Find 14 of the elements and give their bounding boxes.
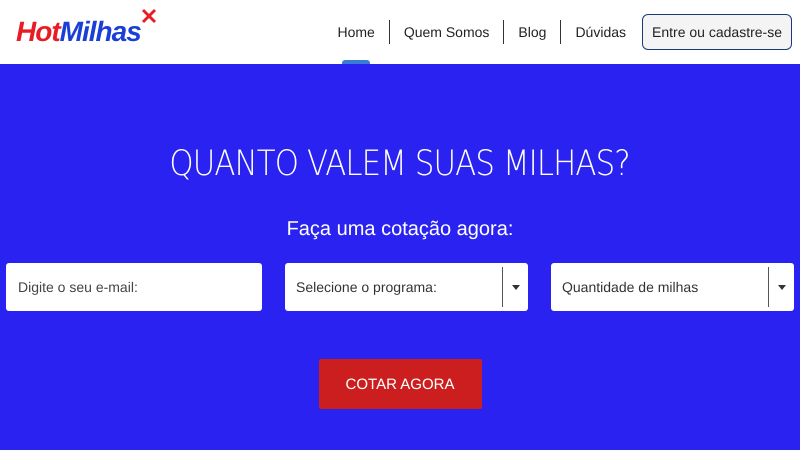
- caret-icon: [512, 284, 520, 290]
- hero-title: QUANTO VALEM SUAS MILHAS?: [170, 144, 630, 184]
- email-field[interactable]: Digite o seu e-mail:: [6, 263, 262, 311]
- login-button[interactable]: Entre ou cadastre-se: [642, 14, 792, 50]
- caret-icon: [778, 284, 786, 290]
- nav-link[interactable]: Quem Somos: [388, 20, 504, 44]
- quote-button[interactable]: COTAR AGORA: [318, 359, 482, 409]
- nav-link[interactable]: Home: [323, 20, 389, 44]
- dropdown[interactable]: Selecione o programa:: [285, 263, 528, 311]
- nav-link[interactable]: Dúvidas: [560, 20, 640, 44]
- logo[interactable]: HotMilhas: [16, 16, 141, 48]
- hero-subtitle: Faça uma cotação agora:: [286, 218, 514, 241]
- dropdown[interactable]: Quantidade de milhas: [551, 263, 794, 311]
- nav-link[interactable]: Blog: [503, 20, 560, 44]
